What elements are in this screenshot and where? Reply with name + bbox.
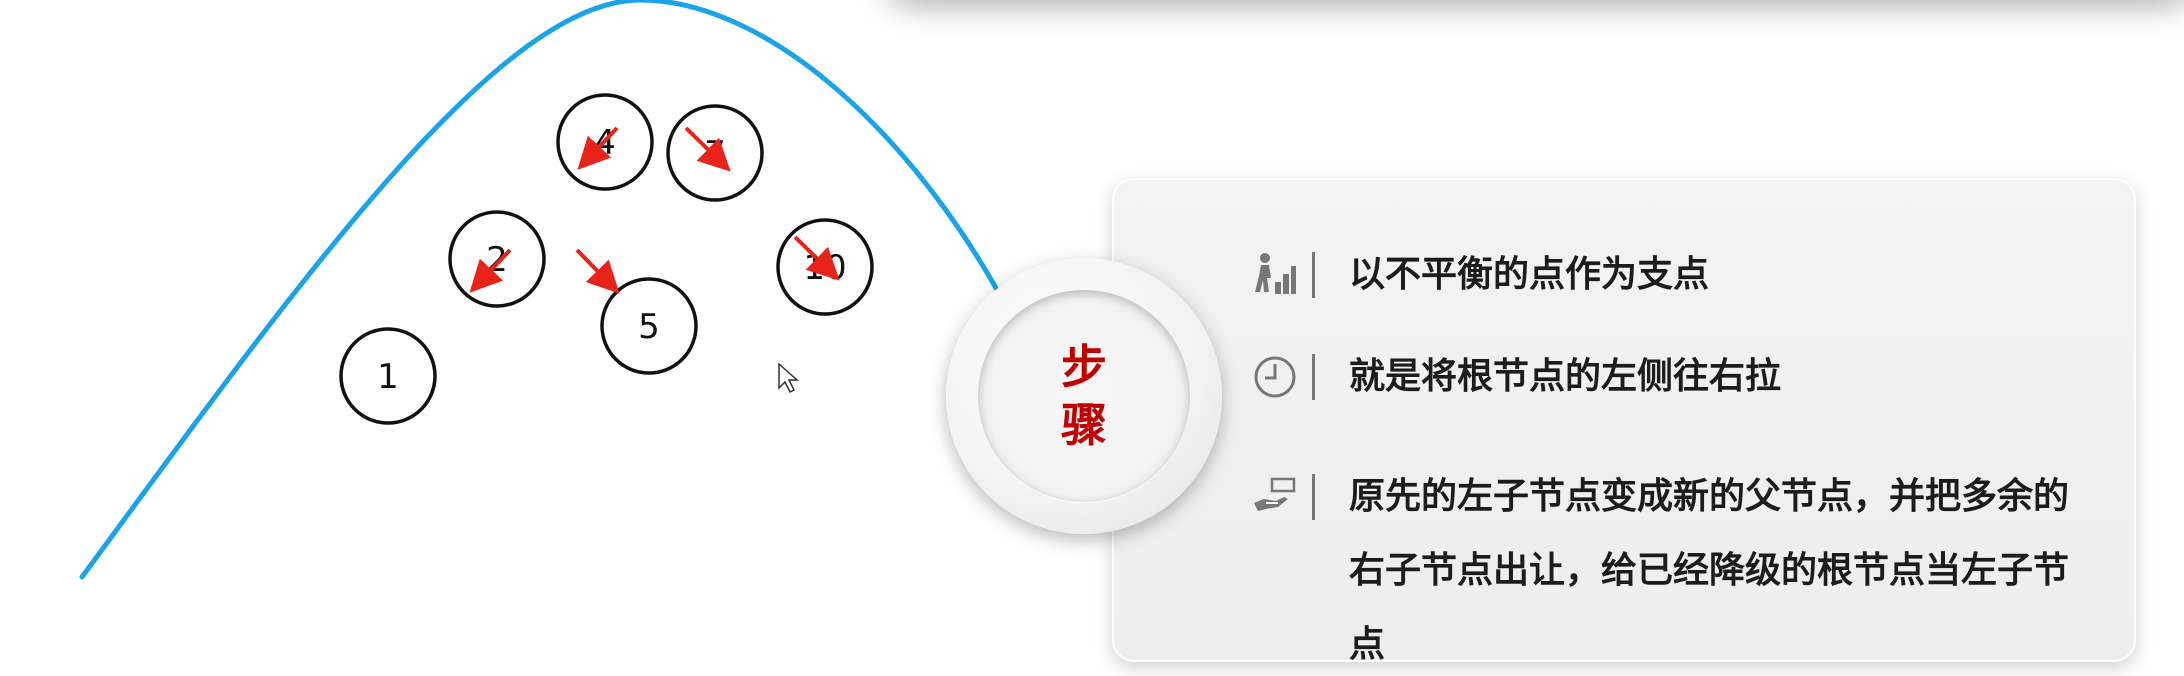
red-arrow (575, 248, 620, 294)
node-label: 5 (638, 307, 660, 347)
step-separator (1312, 474, 1315, 520)
person-stairs-icon (1250, 250, 1300, 300)
step-item: 原先的左子节点变成新的父节点，并把多余的右子节点出让，给已经降级的根节点当左子节… (1250, 472, 2069, 676)
blue-curve (79, 0, 999, 580)
step-text: 以不平衡的点作为支点 (1349, 254, 1710, 295)
node-label: 1 (377, 357, 399, 397)
tree-node: 5 (600, 277, 698, 375)
step-item: 以不平衡的点作为支点 (1250, 250, 1709, 312)
step-separator (1312, 252, 1315, 298)
step-text: 就是将根节点的左侧往右拉 (1349, 356, 1782, 397)
tree-node: 2 (448, 210, 546, 308)
tree-node: 7 (666, 104, 764, 202)
mouse-cursor-icon (778, 362, 799, 394)
steps-badge-inner: 步骤 (978, 290, 1190, 502)
steps-badge: 步骤 (946, 258, 1222, 534)
tree-node: 1 (339, 327, 437, 425)
step-separator (1312, 354, 1315, 400)
step-item: 就是将根节点的左侧往右拉 (1250, 352, 1781, 414)
slide: 1 2 4 5 7 10 (0, 0, 2184, 676)
steps-badge-label: 步骤 (1061, 340, 1107, 452)
steps-card: 以不平衡的点作为支点 就是将根节点的左侧往右拉 原先的左子节点变成新的父节点，并… (1112, 178, 2136, 665)
clock-icon (1250, 352, 1300, 402)
step-text: 原先的左子节点变成新的父节点，并把多余的右子节点出让，给已经降级的根节点当左子节… (1349, 476, 2070, 665)
hand-money-icon (1250, 472, 1300, 522)
